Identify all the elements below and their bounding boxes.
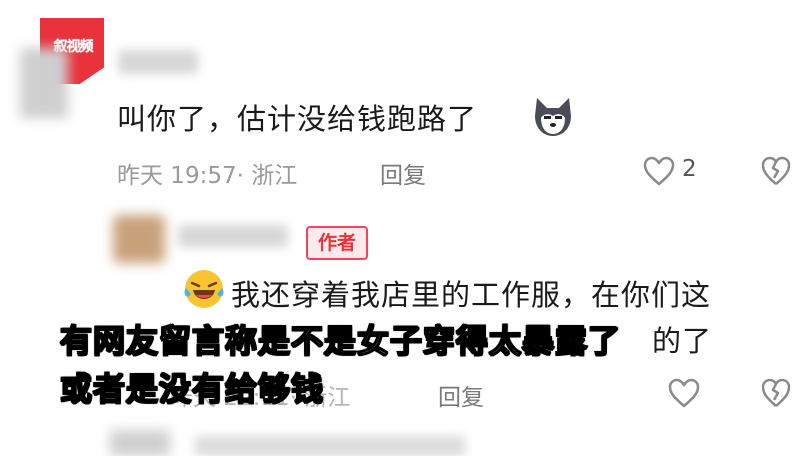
reply-button[interactable]: 回复: [438, 378, 484, 412]
comment-time-location: 昨天 19:57· 浙江: [117, 163, 298, 189]
username[interactable]: [178, 225, 288, 247]
avatar[interactable]: [113, 215, 165, 263]
like-heart-icon[interactable]: [642, 155, 676, 187]
laughing-tears-emoji-icon: [183, 268, 225, 310]
author-comment-text: 我还穿着我店里的工作服，在你们这: [231, 278, 712, 312]
video-subtitle-line2: 或者是没有给够钱: [59, 369, 325, 409]
avatar[interactable]: [110, 430, 170, 456]
like-heart-icon[interactable]: [667, 377, 701, 409]
avatar[interactable]: [20, 48, 68, 118]
like-count: 2: [682, 156, 697, 182]
dislike-broken-heart-icon[interactable]: [760, 377, 792, 409]
username[interactable]: [195, 436, 465, 456]
username[interactable]: [118, 50, 198, 74]
dislike-broken-heart-icon[interactable]: [760, 155, 792, 187]
comment-text: 叫你了，估计没给钱跑路了: [117, 102, 478, 136]
author-comment-text-line2: 的了: [652, 324, 713, 358]
author-badge: 作者: [306, 226, 369, 260]
reply-button[interactable]: 回复: [380, 156, 426, 190]
husky-emoji-icon: [531, 94, 575, 138]
video-subtitle-line1: 有网友留言称是不是女子穿得太暴露了: [59, 321, 622, 361]
